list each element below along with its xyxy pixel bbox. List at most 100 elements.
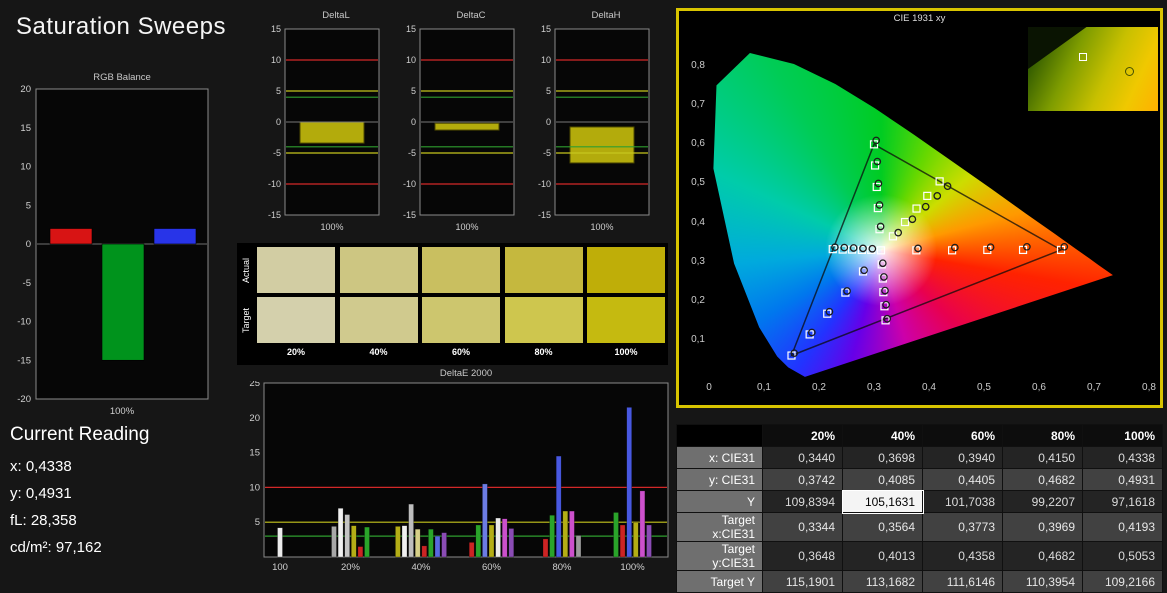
- cie-x-tick: 0,2: [812, 382, 826, 393]
- table-cell[interactable]: 0,3440: [762, 446, 843, 469]
- table-cell[interactable]: 113,1682: [842, 570, 923, 593]
- rgb-balance-title: RGB Balance: [93, 72, 151, 83]
- swatch-actual-80%: [504, 247, 583, 293]
- tick-label: 10: [406, 55, 416, 65]
- table-cell[interactable]: 0,4682: [1002, 541, 1083, 571]
- table-cell[interactable]: 0,5053: [1082, 541, 1163, 571]
- tick-label: 10: [271, 55, 281, 65]
- tick-label: -5: [543, 148, 551, 158]
- table-cell[interactable]: 0,3698: [842, 446, 923, 469]
- table-cell[interactable]: 0,3940: [922, 446, 1003, 469]
- tick-label: -10: [403, 179, 416, 189]
- swatch-target-60%: [422, 297, 500, 343]
- table-cell[interactable]: 101,7038: [922, 490, 1003, 513]
- measurement-table-panel: 20% 40% 60% 80% 100% x: CIE31 0,3440 0,3698 0,39…: [676, 424, 1163, 593]
- delta-bar: [299, 121, 365, 144]
- deltae-bar: [639, 490, 646, 558]
- tick-label: 15: [20, 123, 31, 134]
- tick-label: 10: [20, 162, 31, 173]
- tick-label: -15: [268, 210, 281, 220]
- table-header: 60%: [922, 424, 1003, 447]
- table-cell[interactable]: 0,4085: [842, 468, 923, 491]
- deltae-bar: [482, 483, 488, 558]
- swatch-target-20%: [257, 297, 335, 343]
- swatch-row-label: Target: [241, 307, 251, 333]
- table-cell[interactable]: 111,6146: [922, 570, 1003, 593]
- table-cell[interactable]: 0,4150: [1002, 446, 1083, 469]
- table-cell[interactable]: 0,3969: [1002, 512, 1083, 542]
- reading-cdm2: cd/m²: 97,162: [10, 539, 102, 556]
- deltae-bar: [475, 524, 482, 558]
- tick-label: 100: [272, 562, 288, 573]
- delta-bar: [569, 126, 635, 164]
- tick-label: -5: [273, 148, 281, 158]
- swatch-actual-60%: [422, 247, 500, 293]
- deltae-bar: [468, 542, 475, 558]
- delta-l-chart: DeltaL -15 -10 -5 0 5 10 15 100%: [257, 10, 387, 240]
- table-cell[interactable]: 0,4193: [1082, 512, 1163, 542]
- table-cell[interactable]: 0,3648: [762, 541, 843, 571]
- measured-point: [933, 192, 942, 200]
- table-row-label: x: CIE31: [676, 446, 763, 469]
- cie-y-tick: 0,2: [691, 294, 705, 306]
- table-cell[interactable]: 0,3742: [762, 468, 843, 491]
- table-cell[interactable]: 0,4682: [1002, 468, 1083, 491]
- table-header: 20%: [762, 424, 843, 447]
- delta-bar: [434, 122, 500, 131]
- swatch-target-80%: [504, 297, 583, 343]
- tick-label: 5: [411, 86, 416, 96]
- deltae-bar: [646, 524, 652, 558]
- delta-h-plot: -15 -10 -5 0 5 10 15 100%: [538, 24, 650, 232]
- deltae-bar: [441, 532, 447, 558]
- target-point: [876, 246, 886, 255]
- tick-label: 0: [26, 239, 31, 250]
- cie-y-tick: 0,7: [691, 99, 705, 111]
- measurement-table: 20% 40% 60% 80% 100% x: CIE31 0,3440 0,3698 0,39…: [676, 424, 1163, 593]
- cie-x-tick: 0,3: [867, 382, 881, 393]
- table-cell[interactable]: 0,3564: [842, 512, 923, 542]
- tick-label: -5: [408, 148, 416, 158]
- table-cell[interactable]: 0,4405: [922, 468, 1003, 491]
- tick-label: -15: [538, 210, 551, 220]
- deltae-bar: [428, 528, 434, 558]
- table-row: Target y:CIE31 0,3648 0,4013 0,4358 0,4682 0,…: [676, 541, 1163, 571]
- table-cell[interactable]: 110,3954: [1002, 570, 1083, 593]
- table-cell[interactable]: 0,4931: [1082, 468, 1163, 491]
- table-cell[interactable]: 105,1631: [841, 489, 924, 514]
- deltae-2000-plot: 5 10 15 20 25 100 20% 40% 60% 80% 100%: [249, 378, 669, 573]
- swatch-actual-40%: [339, 247, 418, 293]
- deltae-2000-title: DeltaE 2000: [439, 368, 493, 379]
- table-row-label: y: CIE31: [676, 468, 763, 491]
- tick-label: 60%: [482, 562, 502, 573]
- deltae-bar: [408, 503, 414, 558]
- tick-label: 15: [541, 24, 551, 34]
- deltae-bar: [364, 526, 370, 558]
- table-cell[interactable]: 0,4358: [922, 541, 1003, 571]
- table-cell[interactable]: 0,3773: [922, 512, 1003, 542]
- tick-label: -15: [17, 355, 31, 366]
- tick-label: 0: [276, 117, 281, 127]
- deltae-bar: [508, 528, 515, 558]
- delta-c-chart: DeltaC -15 -10 -5 0 5 10 15 100%: [392, 10, 522, 240]
- table-row: y: CIE31 0,3742 0,4085 0,4405 0,4682 0,4931: [676, 468, 1163, 491]
- table-cell[interactable]: 115,1901: [762, 570, 843, 593]
- cie-x-tick: 0,7: [1087, 382, 1101, 393]
- table-cell[interactable]: 99,2207: [1002, 490, 1083, 513]
- table-cell[interactable]: 97,1618: [1082, 490, 1163, 513]
- deltae-bar: [434, 535, 441, 558]
- deltae-bar: [414, 528, 421, 558]
- table-cell[interactable]: 0,4013: [842, 541, 923, 571]
- table-cell[interactable]: 109,8394: [762, 490, 843, 513]
- table-header: 80%: [1002, 424, 1083, 447]
- deltae-bar: [626, 407, 632, 558]
- tick-label: -5: [23, 278, 31, 289]
- table-cell[interactable]: 109,2166: [1082, 570, 1163, 593]
- tick-label: 80%: [552, 562, 572, 573]
- cie-x-tick: 0,5: [977, 382, 991, 393]
- table-cell[interactable]: 0,4338: [1082, 446, 1163, 469]
- tick-label: 100%: [455, 222, 478, 232]
- delta-h-chart: DeltaH -15 -10 -5 0 5 10 15 100%: [527, 10, 657, 240]
- rgb-bar-red: [49, 228, 93, 245]
- page-title: Saturation Sweeps: [16, 13, 226, 40]
- table-cell[interactable]: 0,3344: [762, 512, 843, 542]
